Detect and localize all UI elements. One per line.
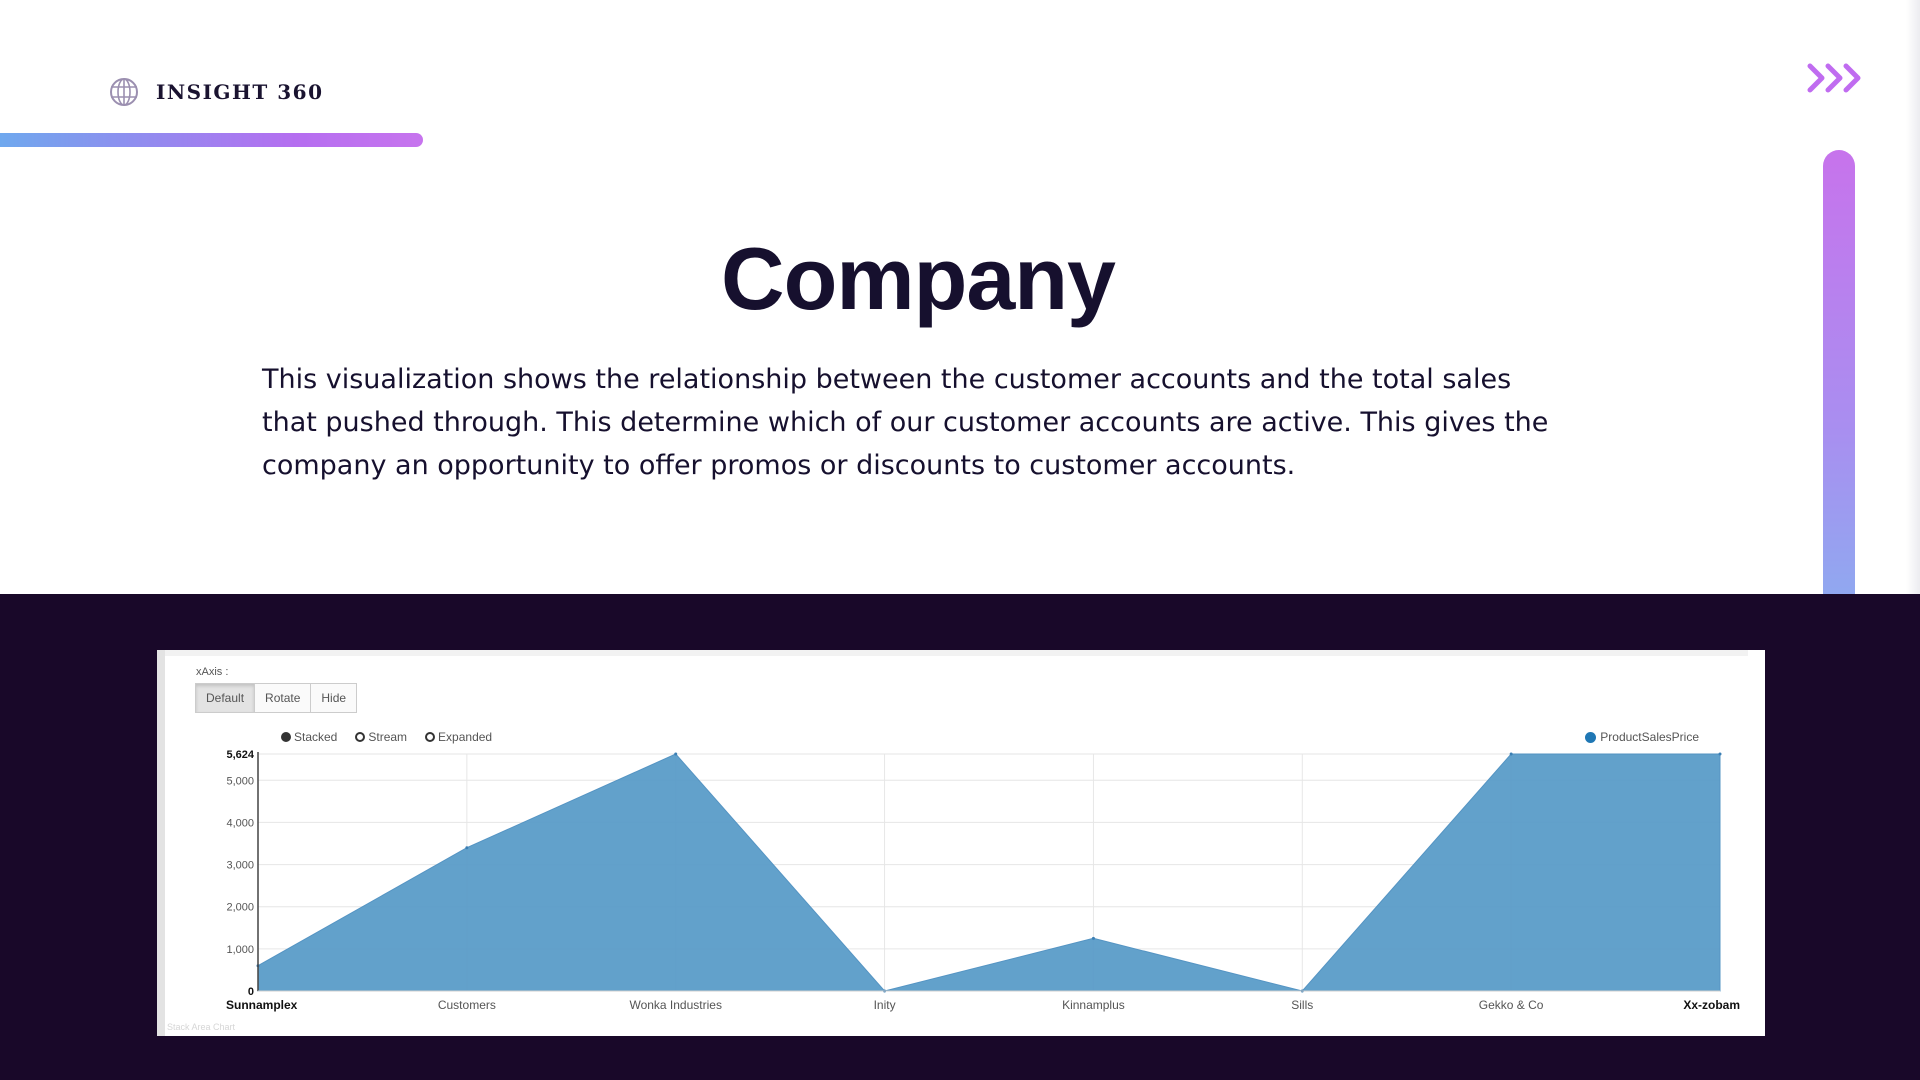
y-tick-label: 1,000 [226,944,254,956]
x-tick-label: Gekko & Co [1479,998,1544,1012]
brand-accent-bar [0,133,423,147]
page-title: Company [721,229,1116,328]
data-point [1091,936,1095,940]
y-tick-label: 0 [248,986,254,998]
triple-chevron-right-icon[interactable] [1806,58,1868,98]
y-tick-label: 3,000 [226,860,254,872]
x-tick-label: Sunnamplex [226,998,298,1012]
x-tick-label: Customers [438,998,496,1012]
data-point [1718,752,1722,756]
x-tick-label: Wonka Industries [629,998,722,1012]
page-description: This visualization shows the relationshi… [262,364,1549,481]
data-point [465,846,469,850]
chart-footer-note: Stack Area Chart [167,1022,236,1032]
x-tick-label: Inity [874,998,896,1012]
brand: INSIGHT 360 [108,76,324,108]
x-tick-label: Xx-zobam [1683,998,1740,1012]
y-tick-label: 2,000 [226,902,254,914]
y-tick-label: 4,000 [226,817,254,829]
chart-panel: xAxis : Default Rotate Hide Stacked Stre… [157,650,1765,1036]
brand-name: INSIGHT 360 [156,80,324,104]
side-accent-bar [1823,150,1855,610]
page-edge-shadow [1906,0,1920,594]
y-tick-label: 5,000 [226,775,254,787]
y-tick-label: 5,624 [226,749,254,761]
x-tick-label: Sills [1291,998,1313,1012]
globe-icon [110,78,138,106]
x-tick-label: Kinnamplus [1062,998,1125,1012]
data-point [1509,752,1513,756]
data-point [674,752,678,756]
area-chart: 0 1,000 2,000 3,000 4,000 5,000 5,624 Sunnample… [226,749,1740,1012]
series-area [257,753,1721,992]
